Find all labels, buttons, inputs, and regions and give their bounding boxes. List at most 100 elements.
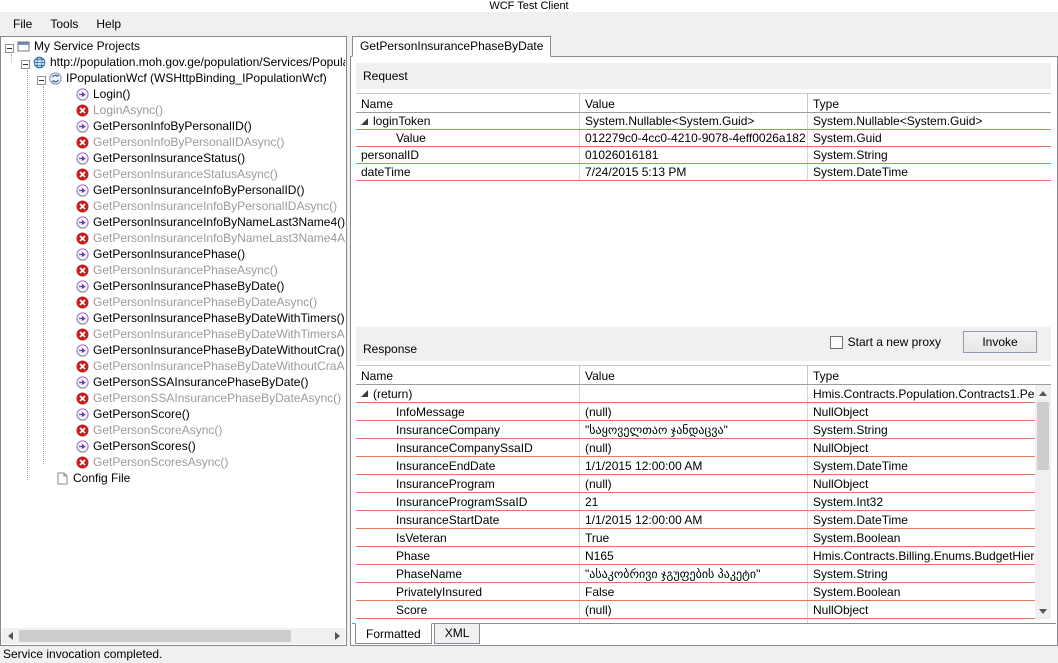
response-cell-value[interactable]: (null) xyxy=(580,403,808,420)
tree-item-ipopulationwcf[interactable]: IPopulationWcf (WSHttpBinding_IPopulatio… xyxy=(2,70,345,86)
tree-item-method[interactable]: GetPersonInsuranceInfoByPersonalID() xyxy=(2,182,345,198)
scroll-down-button[interactable] xyxy=(1035,603,1051,619)
cell-text: Score xyxy=(396,603,427,617)
response-cell-value[interactable]: "საყოველთაო ჯანდაცვა" xyxy=(580,421,808,438)
response-row[interactable]: InsuranceProgramSsaID21System.Int32 xyxy=(356,493,1051,511)
expanded-row-icon[interactable] xyxy=(361,390,368,397)
response-cell-value[interactable]: False xyxy=(580,583,808,600)
tree-item-method[interactable]: GetPersonSSAInsurancePhaseByDate() xyxy=(2,374,345,390)
scrollbar-thumb[interactable] xyxy=(19,630,291,642)
tree-item-method[interactable]: GetPersonInsuranceInfoByNameLast3Name4() xyxy=(2,214,345,230)
response-cell-value[interactable]: 1/1/2015 12:00:00 AM xyxy=(580,511,808,528)
tree-item-method[interactable]: GetPersonInsuranceInfoByPersonalIDAsync(… xyxy=(2,198,345,214)
response-row[interactable]: PhaseN165Hmis.Contracts.Billing.Enums.Bu… xyxy=(356,547,1051,565)
tree-item-method[interactable]: GetPersonInsurancePhaseByDateAsync() xyxy=(2,294,345,310)
tab-formatted[interactable]: Formatted xyxy=(355,623,432,644)
tree-item-endpoint[interactable]: http://population.moh.gov.ge/population/… xyxy=(2,54,345,70)
response-row[interactable]: PrivatelyInsuredFalseSystem.Boolean xyxy=(356,583,1051,601)
response-cell-value[interactable] xyxy=(580,385,808,402)
tree-item-method[interactable]: GetPersonScoreAsync() xyxy=(2,422,345,438)
tree-item-label: GetPersonInsurancePhaseByDateWithoutCraA… xyxy=(89,359,345,373)
start-new-proxy-checkbox[interactable] xyxy=(830,336,843,349)
tree-item-method[interactable]: GetPersonScores() xyxy=(2,438,345,454)
tree-item-method[interactable]: GetPersonInsurancePhaseByDate() xyxy=(2,278,345,294)
response-cell-value[interactable]: (null) xyxy=(580,439,808,456)
response-cell-value[interactable]: N165 xyxy=(580,547,808,564)
response-row[interactable]: InsuranceCompanySsaID(null)NullObject xyxy=(356,439,1051,457)
tree-item-config-file[interactable]: Config File xyxy=(2,470,345,486)
column-header-value[interactable]: Value xyxy=(580,94,808,112)
tree-item-method[interactable]: GetPersonInsurancePhase() xyxy=(2,246,345,262)
response-cell-name: InsuranceProgram xyxy=(356,475,580,492)
response-row[interactable]: InsuranceCompany"საყოველთაო ჯანდაცვა"Sys… xyxy=(356,421,1051,439)
collapse-box-icon[interactable] xyxy=(37,74,46,83)
tree-item-method[interactable]: GetPersonInsurancePhaseByDateWithoutCra(… xyxy=(2,342,345,358)
error-icon xyxy=(76,168,89,181)
arrow-left-icon xyxy=(8,632,13,640)
menu-tools[interactable]: Tools xyxy=(41,14,87,34)
menu-help[interactable]: Help xyxy=(87,14,130,34)
tree-item-label: GetPersonInfoByPersonalIDAsync() xyxy=(89,135,284,149)
column-header-value[interactable]: Value xyxy=(580,366,808,384)
response-cell-value[interactable]: "ასაკობრივი ჯგუფების პაკეტი" xyxy=(580,565,808,582)
collapse-box-icon[interactable] xyxy=(21,58,30,67)
tab-xml[interactable]: XML xyxy=(434,624,481,644)
response-cell-name: InsuranceProgramSsaID xyxy=(356,493,580,510)
tab-getpersoninsurancephasebydate[interactable]: GetPersonInsurancePhaseByDate xyxy=(352,36,551,57)
tree-item-method[interactable]: GetPersonInfoByPersonalIDAsync() xyxy=(2,134,345,150)
tree-item-method[interactable]: GetPersonInsuranceInfoByNameLast3Name4As… xyxy=(2,230,345,246)
response-row[interactable]: InsuranceProgram(null)NullObject xyxy=(356,475,1051,493)
tree-item-method[interactable]: GetPersonScoresAsync() xyxy=(2,454,345,470)
tree-item-method[interactable]: GetPersonSSAInsurancePhaseByDateAsync() xyxy=(2,390,345,406)
response-row[interactable]: InfoMessage(null)NullObject xyxy=(356,403,1051,421)
response-cell-value[interactable]: 21 xyxy=(580,493,808,510)
tree-item-method[interactable]: GetPersonInsurancePhaseByDateWithTimersA… xyxy=(2,326,345,342)
response-row[interactable]: PhaseName"ასაკობრივი ჯგუფების პაკეტი"Sys… xyxy=(356,565,1051,583)
scroll-up-button[interactable] xyxy=(1035,385,1051,401)
tree-item-method[interactable]: GetPersonScore() xyxy=(2,406,345,422)
tree-item-method[interactable]: GetPersonInsurancePhaseByDateWithTimers(… xyxy=(2,310,345,326)
request-cell-value[interactable]: 01026016181 xyxy=(580,147,808,163)
response-cell-type: System.DateTime xyxy=(808,457,1051,474)
tree-item-label: GetPersonInsuranceInfoByNameLast3Name4() xyxy=(89,215,345,229)
scroll-right-button[interactable] xyxy=(329,628,345,644)
response-row[interactable]: (return)Hmis.Contracts.Population.Contra… xyxy=(356,385,1051,403)
column-header-type[interactable]: Type xyxy=(808,366,1051,384)
request-cell-value[interactable]: 012279c0-4cc0-4210-9078-4eff0026a182 xyxy=(580,130,808,146)
expanded-row-icon[interactable] xyxy=(361,118,368,125)
scroll-left-button[interactable] xyxy=(2,628,18,644)
tree-item-method[interactable]: GetPersonInsurancePhaseAsync() xyxy=(2,262,345,278)
scrollbar-thumb[interactable] xyxy=(1037,402,1049,470)
response-cell-value[interactable]: (null) xyxy=(580,601,808,618)
response-cell-value[interactable]: (null) xyxy=(580,475,808,492)
tree-item-method[interactable]: LoginAsync() xyxy=(2,102,345,118)
menu-file[interactable]: File xyxy=(4,14,41,34)
response-cell-value[interactable]: 1/1/2015 12:00:00 AM xyxy=(580,457,808,474)
response-row[interactable]: InsuranceStartDate1/1/2015 12:00:00 AMSy… xyxy=(356,511,1051,529)
column-header-name[interactable]: Name xyxy=(356,94,580,112)
request-row[interactable]: Value012279c0-4cc0-4210-9078-4eff0026a18… xyxy=(356,130,1051,147)
collapse-box-icon[interactable] xyxy=(5,42,14,51)
tree-item-my-service-projects[interactable]: My Service Projects xyxy=(2,38,345,54)
column-header-type[interactable]: Type xyxy=(808,94,1051,112)
request-cell-value[interactable]: System.Nullable<System.Guid> xyxy=(580,113,808,129)
cell-text: InsuranceCompany xyxy=(396,423,500,437)
invoke-button[interactable]: Invoke xyxy=(963,331,1037,353)
request-cell-name: loginToken xyxy=(356,113,580,129)
column-header-name[interactable]: Name xyxy=(356,366,580,384)
response-row[interactable]: IsVeteranTrueSystem.Boolean xyxy=(356,529,1051,547)
tree-item-method[interactable]: GetPersonInsurancePhaseByDateWithoutCraA… xyxy=(2,358,345,374)
request-cell-value[interactable]: 7/24/2015 5:13 PM xyxy=(580,164,808,180)
tree-item-method[interactable]: GetPersonInfoByPersonalID() xyxy=(2,118,345,134)
request-row[interactable]: personalID01026016181System.String xyxy=(356,147,1051,164)
response-row[interactable]: Score(null)NullObject xyxy=(356,601,1051,619)
response-vertical-scrollbar[interactable] xyxy=(1035,385,1051,619)
tree-item-method[interactable]: GetPersonInsuranceStatus() xyxy=(2,150,345,166)
tree-item-method[interactable]: Login() xyxy=(2,86,345,102)
tree-item-method[interactable]: GetPersonInsuranceStatusAsync() xyxy=(2,166,345,182)
tree-horizontal-scrollbar[interactable] xyxy=(2,628,345,644)
response-row[interactable]: InsuranceEndDate1/1/2015 12:00:00 AMSyst… xyxy=(356,457,1051,475)
request-row[interactable]: dateTime7/24/2015 5:13 PMSystem.DateTime xyxy=(356,164,1051,181)
request-row[interactable]: loginTokenSystem.Nullable<System.Guid>Sy… xyxy=(356,113,1051,130)
response-cell-value[interactable]: True xyxy=(580,529,808,546)
